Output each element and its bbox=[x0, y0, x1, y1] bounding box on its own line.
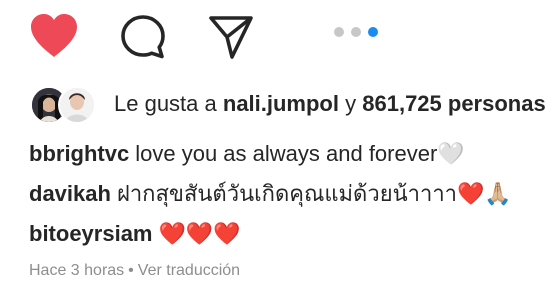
comment-item: bitoeyrsiam ❤️❤️❤️ bbox=[29, 214, 512, 254]
user-photo-icon bbox=[60, 88, 94, 122]
carousel-dot bbox=[351, 27, 361, 37]
likes-count[interactable]: 861,725 personas bbox=[362, 91, 545, 116]
likes-summary: Le gusta a nali.jumpol y 861,725 persona… bbox=[30, 84, 560, 124]
liker-username[interactable]: nali.jumpol bbox=[223, 91, 339, 116]
post-meta: Hace 3 horas • Ver traducción bbox=[29, 262, 240, 280]
comment-icon bbox=[121, 15, 165, 59]
liker-avatars[interactable] bbox=[30, 86, 96, 124]
meta-separator: • bbox=[128, 262, 134, 279]
likes-prefix: Le gusta a bbox=[114, 91, 217, 116]
comment-text: ฝากสุขสันต์วันเกิดคุณแม่ด้วยน้าาาา❤️🙏🏼 bbox=[116, 181, 512, 206]
comment-item: bbrightvc love you as always and forever🤍 bbox=[29, 134, 512, 174]
likes-conjunction: y bbox=[345, 91, 357, 116]
carousel-dot bbox=[334, 27, 344, 37]
carousel-indicator bbox=[334, 27, 378, 37]
comment-text: love you as always and forever🤍 bbox=[135, 141, 465, 166]
avatar[interactable] bbox=[58, 86, 96, 124]
comment-username[interactable]: davikah bbox=[29, 181, 111, 206]
comments-list: bbrightvc love you as always and forever🤍… bbox=[29, 134, 512, 254]
comment-item: davikah ฝากสุขสันต์วันเกิดคุณแม่ด้วยน้าาา… bbox=[29, 174, 512, 214]
post-action-bar bbox=[0, 0, 560, 70]
comment-username[interactable]: bitoeyrsiam bbox=[29, 221, 153, 246]
comment-button[interactable] bbox=[118, 12, 168, 62]
share-button[interactable] bbox=[206, 12, 256, 62]
carousel-dot-active bbox=[368, 27, 378, 37]
like-button[interactable] bbox=[28, 12, 80, 60]
heart-filled-icon bbox=[31, 14, 77, 57]
paper-plane-icon bbox=[209, 16, 253, 59]
translate-link[interactable]: Ver traducción bbox=[138, 262, 240, 279]
comment-text: ❤️❤️❤️ bbox=[158, 221, 241, 246]
post-timestamp: Hace 3 horas bbox=[29, 262, 125, 279]
comment-username[interactable]: bbrightvc bbox=[29, 141, 129, 166]
likes-text: Le gusta a nali.jumpol y 861,725 persona… bbox=[114, 91, 546, 117]
